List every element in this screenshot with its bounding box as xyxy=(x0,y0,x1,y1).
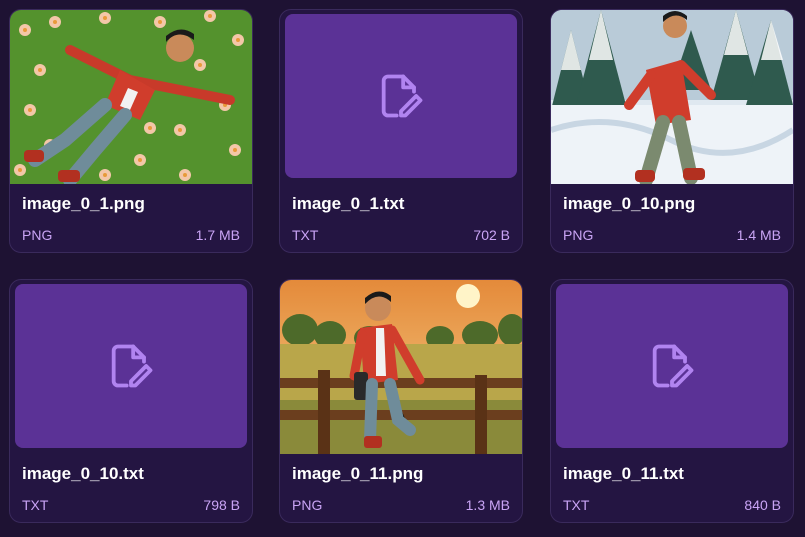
file-size: 702 B xyxy=(473,227,510,243)
file-card[interactable]: image_0_1.txt TXT 702 B xyxy=(279,9,523,253)
file-type: PNG xyxy=(292,497,323,513)
file-name: image_0_11.png xyxy=(292,464,424,483)
file-size: 840 B xyxy=(744,497,781,513)
file-edit-icon xyxy=(381,74,423,118)
file-meta: PNG 1.4 MB xyxy=(563,227,781,243)
file-size: 1.3 MB xyxy=(465,497,510,513)
file-type: PNG xyxy=(22,227,53,243)
file-type: TXT xyxy=(22,497,49,513)
file-meta: TXT 702 B xyxy=(292,227,510,243)
file-name: image_0_1.png xyxy=(22,194,145,213)
file-thumbnail xyxy=(285,14,517,178)
file-type: TXT xyxy=(292,227,319,243)
file-thumbnail xyxy=(556,284,788,448)
file-meta: TXT 840 B xyxy=(563,497,781,513)
file-size: 1.7 MB xyxy=(195,227,240,243)
file-name: image_0_10.png xyxy=(563,194,696,213)
file-name: image_0_10.txt xyxy=(22,464,144,483)
file-size: 798 B xyxy=(203,497,240,513)
file-meta: TXT 798 B xyxy=(22,497,240,513)
file-card[interactable]: image_0_1.png PNG 1.7 MB xyxy=(9,9,253,253)
file-type: TXT xyxy=(563,497,590,513)
file-grid: image_0_1.png PNG 1.7 MB image_0_1.txt T… xyxy=(0,0,805,537)
file-meta: PNG 1.3 MB xyxy=(292,497,510,513)
file-name: image_0_11.txt xyxy=(563,464,684,483)
file-name: image_0_1.txt xyxy=(292,194,405,213)
file-edit-icon xyxy=(111,344,153,388)
file-size: 1.4 MB xyxy=(736,227,781,243)
image-thumbnail xyxy=(280,280,522,454)
file-edit-icon xyxy=(652,344,694,388)
file-meta: PNG 1.7 MB xyxy=(22,227,240,243)
file-thumbnail xyxy=(15,284,247,448)
file-card[interactable]: image_0_10.txt TXT 798 B xyxy=(9,279,253,523)
image-thumbnail xyxy=(10,10,252,184)
file-card[interactable]: image_0_11.txt TXT 840 B xyxy=(550,279,794,523)
image-thumbnail xyxy=(551,10,793,184)
file-card[interactable]: image_0_10.png PNG 1.4 MB xyxy=(550,9,794,253)
file-card[interactable]: image_0_11.png PNG 1.3 MB xyxy=(279,279,523,523)
file-type: PNG xyxy=(563,227,594,243)
